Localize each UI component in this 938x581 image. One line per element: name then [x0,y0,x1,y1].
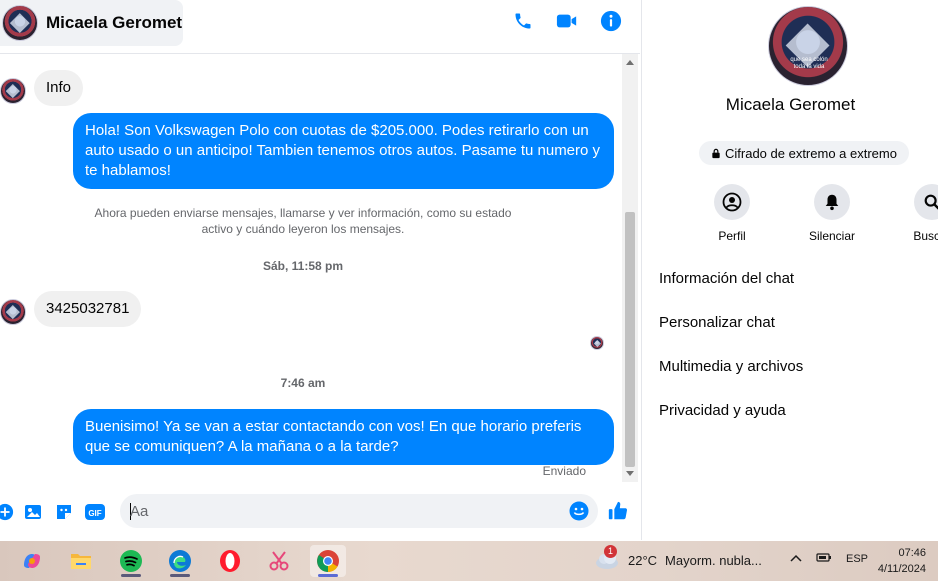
message-composer: GIF [0,490,640,534]
menu-privacy-help[interactable]: Privacidad y ayuda [659,400,803,444]
running-indicator [121,574,141,577]
panel-menu: Información del chat Personalizar chat M… [659,268,803,444]
menu-customize-chat[interactable]: Personalizar chat [659,312,803,356]
chrome-icon[interactable] [310,545,346,577]
temperature: 22°C [628,552,658,568]
taskbar: 1 22°C Mayorm. nubla... ESP 07:46 4/11/2… [0,541,938,581]
scroll-thumb[interactable] [625,212,635,467]
running-indicator [318,574,338,577]
encryption-system-note: Ahora pueden enviarse mensajes, llamarse… [94,206,512,236]
spotify-icon[interactable] [113,545,149,577]
clock-date: 4/11/2024 [877,563,926,575]
system-tray: ESP [790,551,868,566]
contact-header-button[interactable]: Micaela Geromet [0,0,183,46]
file-explorer-icon[interactable] [63,545,99,577]
sender-avatar[interactable] [0,78,26,104]
header-actions [512,10,622,32]
mute-button[interactable]: Silenciar [800,184,864,243]
avatar-caption: que sea colón toda la vida [790,57,828,70]
message-status: Enviado [542,464,586,478]
svg-text:GIF: GIF [88,509,101,518]
message-incoming[interactable]: 3425032781 [34,291,142,327]
message-outgoing[interactable]: Buenisimo! Ya se van a estar contactando… [73,409,614,465]
mute-label: Silenciar [808,229,856,243]
chevron-up-icon[interactable] [790,553,802,565]
snipping-tool-icon[interactable] [261,545,297,577]
message-scrollbar[interactable] [622,54,638,482]
profile-icon[interactable] [714,184,750,220]
opera-icon[interactable] [212,545,248,577]
contact-avatar[interactable] [2,5,38,41]
running-indicator [170,574,190,577]
weather-badge: 1 [604,545,617,558]
message-input-box[interactable] [120,494,598,528]
bell-icon[interactable] [814,184,850,220]
thumbs-up-icon[interactable] [607,500,629,522]
menu-media-files[interactable]: Multimedia y archivos [659,356,803,400]
language-indicator[interactable]: ESP [846,553,868,565]
video-call-icon[interactable] [556,10,578,32]
seen-indicator-avatar [590,336,604,350]
phone-icon[interactable] [512,10,534,32]
sticker-icon[interactable] [53,501,75,523]
message-input[interactable] [130,494,550,528]
info-icon[interactable] [600,10,622,32]
clock[interactable]: 07:46 4/11/2024 [878,545,926,577]
message-outgoing[interactable]: Hola! Son Volkswagen Polo con cuotas de … [73,113,614,189]
messenger-window: Micaela Geromet Info Hola! Son Volkswage… [0,0,938,581]
cloud-icon: 1 [594,545,620,571]
quick-actions: Perfil Silenciar Buscar [700,184,938,243]
battery-network-icon[interactable] [816,551,832,566]
weather-condition: Mayorm. nubla... [665,552,762,568]
chat-info-panel: que sea colón toda la vida Micaela Gerome… [641,0,938,540]
scroll-down-arrow-icon[interactable] [626,471,634,476]
encryption-label: Cifrado de extremo a extremo [725,145,897,161]
edge-icon[interactable] [162,545,198,577]
profile-name: Micaela Geromet [725,95,856,114]
message-list[interactable]: Info Hola! Son Volkswagen Polo con cuota… [0,54,622,482]
plus-icon[interactable] [0,501,16,523]
lock-icon [712,148,720,158]
weather-widget[interactable]: 1 22°C Mayorm. nubla... [594,545,762,571]
timestamp-divider: 7:46 am [280,376,326,390]
emoji-icon[interactable] [568,500,590,522]
encryption-badge[interactable]: Cifrado de extremo a extremo [699,141,909,165]
scroll-up-arrow-icon[interactable] [626,60,634,65]
gif-icon[interactable]: GIF [84,501,106,523]
search-icon[interactable] [914,184,938,220]
clock-time: 07:46 [898,547,926,559]
menu-chat-info[interactable]: Información del chat [659,268,803,312]
contact-name[interactable]: Micaela Geromet [46,13,182,33]
message-incoming[interactable]: Info [34,70,84,106]
timestamp-divider: Sáb, 11:58 pm [262,259,344,273]
chat-header: Micaela Geromet [0,0,640,54]
sender-avatar[interactable] [0,299,26,325]
search-button[interactable]: Buscar [900,184,938,243]
copilot-icon[interactable] [14,545,50,577]
photo-icon[interactable] [22,501,44,523]
profile-button[interactable]: Perfil [700,184,764,243]
search-label: Buscar [913,229,938,243]
profile-label: Perfil [718,229,746,243]
profile-avatar[interactable]: que sea colón toda la vida [768,6,848,86]
